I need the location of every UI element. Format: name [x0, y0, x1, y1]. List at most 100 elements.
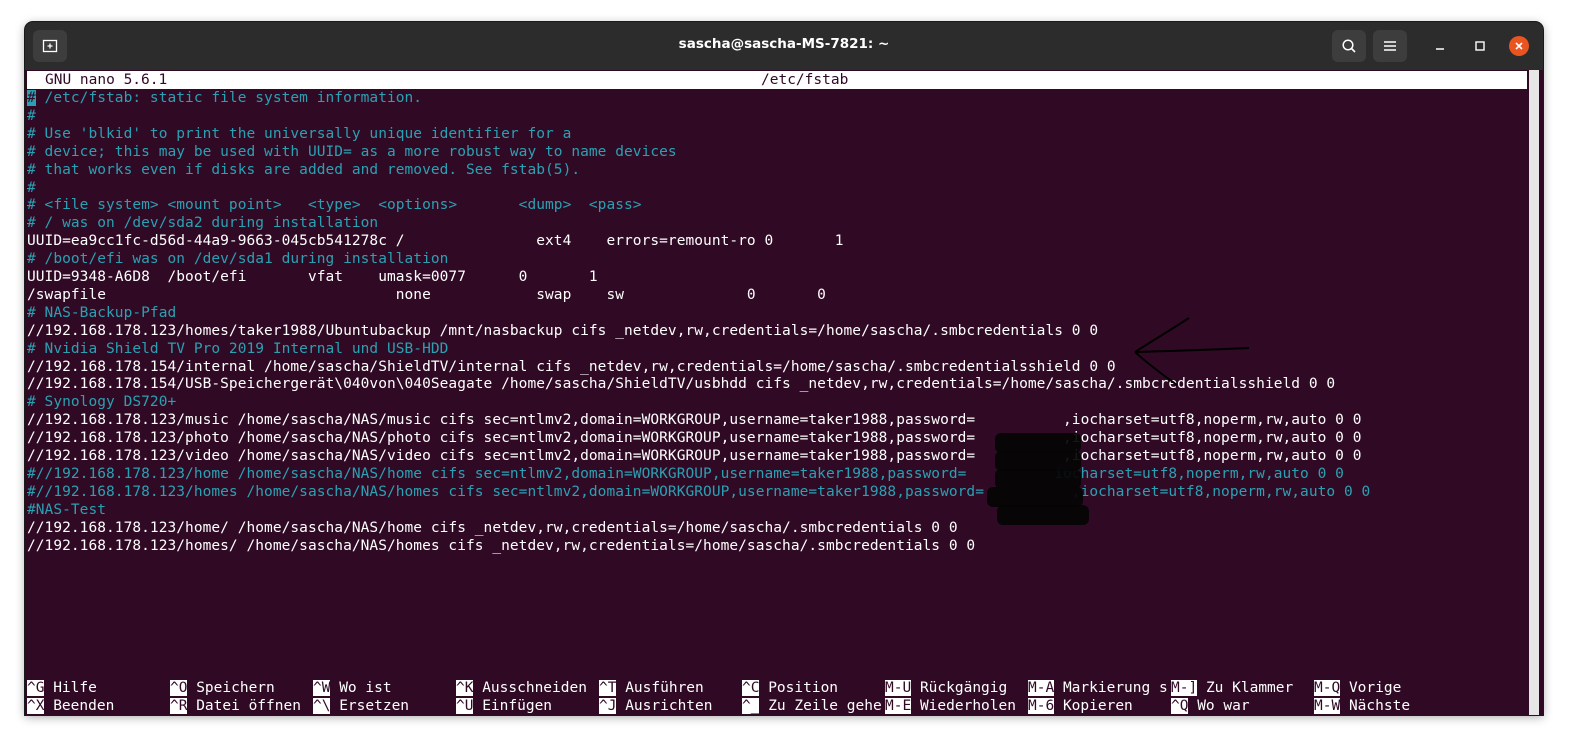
menu-button[interactable] [1373, 30, 1407, 62]
shortcut-item[interactable]: ^C Position [742, 679, 838, 697]
shortcut-item[interactable]: M-A Markierung s [1028, 679, 1168, 697]
scrollbar[interactable] [1529, 70, 1539, 715]
shortcut-label: Beenden [53, 698, 115, 714]
minimize-button[interactable] [1430, 36, 1450, 56]
shortcut-item[interactable]: ^\ Ersetzen [313, 697, 409, 715]
editor-line[interactable]: //192.168.178.154/internal /home/sascha/… [27, 358, 1116, 376]
editor-line[interactable]: # Synology DS720+ [27, 393, 176, 411]
editor-line[interactable]: # Use 'blkid' to print the universally u… [27, 125, 571, 143]
shortcut-label: Datei öffnen [196, 698, 301, 714]
shortcut-key: M-] [1171, 680, 1198, 696]
shortcut-key: ^G [27, 680, 45, 696]
editor-line[interactable]: # [27, 107, 36, 125]
shortcut-item[interactable]: ^R Datei öffnen [170, 697, 301, 715]
shortcut-key: M-A [1028, 680, 1055, 696]
shortcut-item[interactable]: M-6 Kopieren [1028, 697, 1133, 715]
minimize-icon [1436, 48, 1444, 50]
redaction-scribble [987, 487, 1083, 507]
shortcut-label: Rückgängig [919, 680, 1008, 696]
editor-line[interactable]: # NAS-Backup-Pfad [27, 304, 176, 322]
shortcut-label: Ausführen [625, 680, 704, 696]
editor-line[interactable]: //192.168.178.123/homes/ /home/sascha/NA… [27, 537, 975, 555]
shortcut-label: Wo war [1197, 698, 1250, 714]
shortcut-label: Nächste [1348, 698, 1411, 714]
redaction-scribble [995, 433, 1081, 453]
shortcut-item[interactable]: ^X Beenden [27, 697, 114, 715]
editor-line[interactable]: //192.168.178.123/music /home/sascha/NAS… [27, 411, 1362, 429]
editor-line[interactable]: # [27, 179, 36, 197]
editor-line[interactable]: # / was on /dev/sda2 during installation [27, 214, 378, 232]
editor-line[interactable]: //192.168.178.123/photo /home/sascha/NAS… [27, 429, 1362, 447]
editor-line[interactable]: //192.168.178.123/video /home/sascha/NAS… [27, 447, 1362, 465]
shortcut-item[interactable]: M-Q Vorige [1314, 679, 1401, 697]
shortcut-item[interactable]: ^J Ausrichten [599, 697, 713, 715]
shortcut-label: Wiederholen [919, 698, 1016, 714]
terminal-content[interactable]: GNU nano 5.6.1 /etc/fstab # /etc/fstab: … [27, 70, 1527, 715]
shortcut-key: ^K [456, 680, 474, 696]
shortcut-key: M-6 [1028, 698, 1055, 714]
shortcut-item[interactable]: ^_ Zu Zeile gehe [742, 697, 882, 715]
nano-filename: /etc/fstab [761, 72, 849, 88]
editor-line[interactable]: # that works even if disks are added and… [27, 161, 580, 179]
shortcut-label: Speichern [196, 680, 275, 696]
editor-line[interactable]: UUID=ea9cc1fc-d56d-44a9-9663-045cb541278… [27, 232, 844, 250]
nano-header-bar: GNU nano 5.6.1 /etc/fstab [27, 71, 1527, 89]
terminal-window: sascha@sascha-MS-7821: ~ GNU nano 5.6.1 … [25, 22, 1543, 715]
editor-line[interactable]: //192.168.178.123/homes/taker1988/Ubuntu… [27, 322, 1098, 340]
editor-line[interactable]: # /boot/efi was on /dev/sda1 during inst… [27, 250, 448, 268]
editor-line[interactable]: #NAS-Test [27, 501, 106, 519]
editor-line[interactable]: /swapfile none swap sw 0 0 [27, 286, 826, 304]
shortcut-item[interactable]: ^O Speichern [170, 679, 275, 697]
shortcut-label: Ausrichten [625, 698, 713, 714]
shortcut-key: ^_ [742, 698, 760, 714]
shortcut-item[interactable]: ^Q Wo war [1171, 697, 1250, 715]
editor-line[interactable]: #//192.168.178.123/homes /home/sascha/NA… [27, 483, 1370, 501]
editor-line[interactable]: # Nvidia Shield TV Pro 2019 Internal und… [27, 340, 448, 358]
search-button[interactable] [1332, 30, 1366, 62]
shortcut-key: ^W [313, 680, 331, 696]
shortcut-label: Ausschneiden [482, 680, 587, 696]
shortcut-item[interactable]: ^U Einfügen [456, 697, 552, 715]
close-icon [1515, 42, 1523, 50]
shortcut-item[interactable]: ^G Hilfe [27, 679, 97, 697]
shortcut-key: M-Q [1314, 680, 1341, 696]
shortcut-key: M-U [885, 680, 912, 696]
shortcut-item[interactable]: M-E Wiederholen [885, 697, 1016, 715]
shortcut-key: ^\ [313, 698, 331, 714]
shortcut-item[interactable]: ^T Ausführen [599, 679, 704, 697]
shortcut-label: Markierung s [1062, 680, 1168, 696]
editor-line[interactable]: # /etc/fstab: static file system informa… [27, 89, 422, 107]
redaction-scribble [997, 505, 1089, 525]
shortcut-key: ^U [456, 698, 474, 714]
editor-line[interactable]: #//192.168.178.123/home /home/sascha/NAS… [27, 465, 1344, 483]
shortcut-key: ^X [27, 698, 45, 714]
shortcut-label: Zu Klammer [1205, 680, 1294, 696]
redaction-scribble [995, 451, 1081, 471]
editor-line[interactable]: //192.168.178.123/home/ /home/sascha/NAS… [27, 519, 958, 537]
redaction-scribble [995, 469, 1081, 489]
shortcut-key: ^R [170, 698, 188, 714]
close-button[interactable] [1509, 36, 1529, 56]
shortcut-label: Zu Zeile gehe [768, 698, 882, 714]
shortcut-label: Wo ist [339, 680, 392, 696]
shortcut-item[interactable]: ^K Ausschneiden [456, 679, 587, 697]
editor-line[interactable]: # <file system> <mount point> <type> <op… [27, 196, 642, 214]
title-bar: sascha@sascha-MS-7821: ~ [25, 22, 1543, 70]
editor-line[interactable]: UUID=9348-A6D8 /boot/efi vfat umask=0077… [27, 268, 598, 286]
shortcut-item[interactable]: ^W Wo ist [313, 679, 392, 697]
shortcut-key: ^J [599, 698, 617, 714]
shortcut-key: ^Q [1171, 698, 1189, 714]
text-cursor: # [27, 90, 36, 106]
menu-icon [1384, 41, 1396, 51]
shortcut-item[interactable]: M-U Rückgängig [885, 679, 1007, 697]
shortcut-item[interactable]: M-W Nächste [1314, 697, 1410, 715]
maximize-icon [1475, 41, 1485, 51]
shortcut-key: M-W [1314, 698, 1341, 714]
search-icon [1342, 39, 1356, 53]
shortcut-label: Vorige [1348, 680, 1402, 696]
shortcut-label: Hilfe [53, 680, 97, 696]
maximize-button[interactable] [1470, 36, 1490, 56]
editor-line[interactable]: # device; this may be used with UUID= as… [27, 143, 677, 161]
shortcut-label: Position [768, 680, 839, 696]
shortcut-item[interactable]: M-] Zu Klammer [1171, 679, 1293, 697]
